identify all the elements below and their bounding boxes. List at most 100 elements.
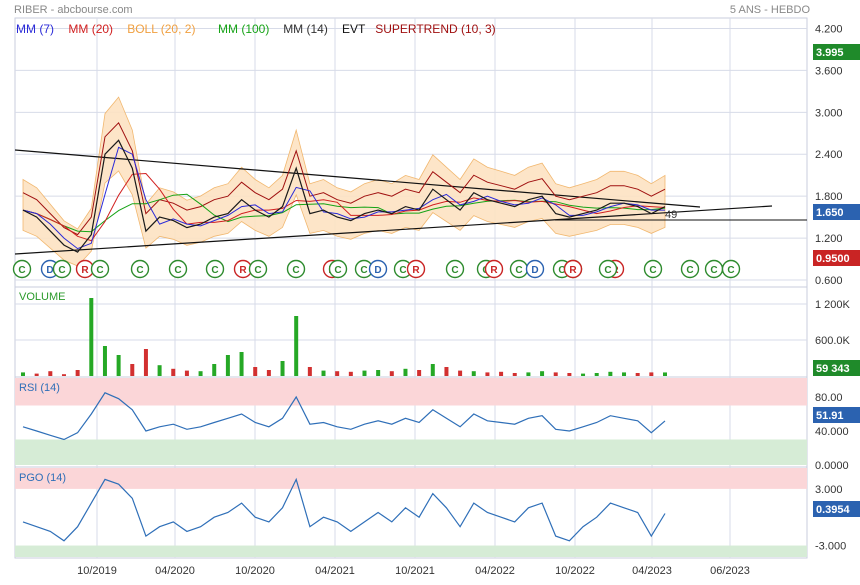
y-tick-label: -3.000 <box>815 541 846 553</box>
signal-badge-label: C <box>604 265 611 276</box>
volume-bar <box>266 370 271 376</box>
legend-item-4: MM (14) <box>283 22 328 36</box>
volume-bar <box>485 372 490 376</box>
pgo-last-value: 0.3954 <box>816 504 851 516</box>
volume-bar <box>321 370 326 376</box>
pgo-high-zone <box>15 468 807 489</box>
volume-bar <box>21 372 25 376</box>
volume-bar <box>157 365 162 376</box>
x-tick-label: 04/2022 <box>475 565 515 577</box>
y-tick-label: 80.00 <box>815 392 843 404</box>
y-tick-label: 0.0000 <box>815 460 849 472</box>
signal-badge-label: D <box>531 265 538 276</box>
volume-bar <box>663 372 667 376</box>
x-tick-label: 04/2023 <box>632 565 672 577</box>
volume-bar <box>389 371 394 376</box>
y-tick-label: 4.200 <box>815 23 843 35</box>
rsi-overbought-zone <box>15 378 807 406</box>
volume-bar <box>635 373 640 376</box>
volume-bar <box>130 364 135 376</box>
volume-bar <box>362 370 367 376</box>
x-tick-label: 06/2023 <box>710 565 750 577</box>
rsi-title: RSI (14) <box>19 382 60 394</box>
volume-bar <box>567 373 572 376</box>
volume-bar <box>102 346 107 376</box>
signal-badge-label: C <box>18 265 25 276</box>
x-tick-label: 04/2020 <box>155 565 195 577</box>
volume-bar <box>239 352 244 376</box>
volume-title: VOLUME <box>19 291 65 303</box>
volume-last-value: 59 343 <box>816 363 850 375</box>
signal-badge-label: C <box>58 265 65 276</box>
y-tick-label: 1.200 <box>815 233 843 245</box>
legend-item-1: MM (20) <box>68 22 113 36</box>
low-price-tag: 0.9500 <box>816 253 850 265</box>
x-tick-label: 10/2022 <box>555 565 595 577</box>
signal-badge-label: C <box>96 265 103 276</box>
volume-bar <box>581 373 586 376</box>
volume-bar <box>608 371 613 376</box>
last-price-tag: 1.650 <box>816 207 844 219</box>
y-tick-label: 1 200K <box>815 299 851 311</box>
signal-badge-label: R <box>490 265 498 276</box>
volume-bar <box>307 367 312 376</box>
signal-badge-label: D <box>374 265 381 276</box>
chart-title: RIBER - abcbourse.com <box>14 4 133 16</box>
signal-badge-label: C <box>174 265 181 276</box>
stock-chart: RIBER - abcbourse.com 5 ANS - HEBDO 10/201… <box>0 0 860 580</box>
legend-item-2: BOLL (20, 2) <box>127 22 195 36</box>
volume-bar <box>403 368 408 376</box>
volume-bar <box>540 371 545 376</box>
signal-badge-label: C <box>360 265 367 276</box>
volume-bar <box>622 372 627 376</box>
legend-item-3: MM (100) <box>218 22 269 36</box>
legend-item-0: MM (7) <box>16 22 54 36</box>
volume-bar <box>444 367 449 376</box>
volume-bar <box>198 371 203 376</box>
y-tick-label: 2.400 <box>815 149 843 161</box>
y-tick-label: 40.000 <box>815 426 849 438</box>
signal-badge-label: D <box>46 265 53 276</box>
volume-bar <box>376 370 381 376</box>
legend-item-6: SUPERTREND (10, 3) <box>375 22 495 36</box>
volume-bar <box>61 374 66 376</box>
signal-badge-label: C <box>451 265 458 276</box>
signal-badge-label: C <box>515 265 522 276</box>
signal-badge-label: R <box>239 265 247 276</box>
volume-bar <box>212 364 217 376</box>
x-tick-label: 04/2021 <box>315 565 355 577</box>
y-tick-label: 3.600 <box>815 65 843 77</box>
volume-bar <box>594 373 599 376</box>
signal-badge-label: C <box>649 265 656 276</box>
trend-annotation: 49 <box>665 209 677 221</box>
volume-bar <box>458 370 463 376</box>
rsi-last-value: 51.91 <box>816 410 844 422</box>
volume-bar <box>89 298 94 376</box>
rsi-oversold-zone <box>15 439 807 465</box>
signal-badge-label: C <box>334 265 341 276</box>
volume-bar <box>225 355 230 376</box>
volume-bar <box>499 371 504 376</box>
signal-badge-label: C <box>292 265 299 276</box>
x-tick-label: 10/2019 <box>77 565 117 577</box>
volume-bar <box>348 371 353 376</box>
volume-bar <box>417 370 422 376</box>
y-tick-label: 3.000 <box>815 484 843 496</box>
volume-bar <box>184 370 189 376</box>
volume-bar <box>116 355 121 376</box>
signal-badge-label: R <box>81 265 89 276</box>
volume-bar <box>253 367 258 376</box>
volume-bar <box>280 361 285 376</box>
chart-canvas: RIBER - abcbourse.com 5 ANS - HEBDO 10/201… <box>12 4 860 577</box>
period-label: 5 ANS - HEBDO <box>730 4 811 16</box>
volume-bar <box>34 373 39 376</box>
signal-badge-label: C <box>399 265 406 276</box>
signal-badge-label: C <box>710 265 717 276</box>
signal-badge-label: C <box>686 265 693 276</box>
x-tick-label: 10/2020 <box>235 565 275 577</box>
y-tick-label: 600.0K <box>815 335 851 347</box>
volume-bar <box>335 371 340 376</box>
signal-badge-label: R <box>569 265 577 276</box>
volume-bar <box>143 349 148 376</box>
y-tick-label: 0.600 <box>815 275 843 287</box>
